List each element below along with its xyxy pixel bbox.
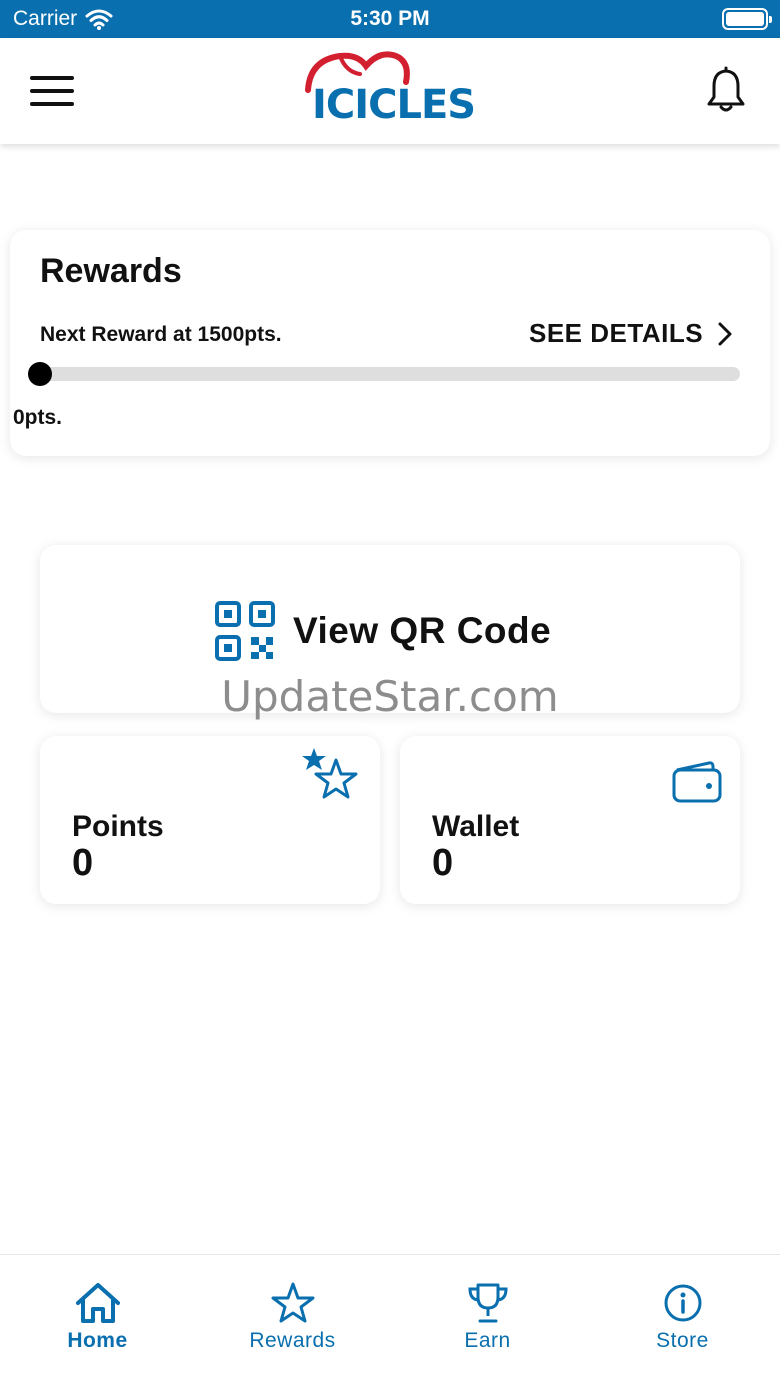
- wallet-label: Wallet: [432, 810, 520, 843]
- trophy-icon: [467, 1283, 508, 1323]
- menu-button[interactable]: [30, 74, 74, 108]
- reward-progress-knob: [28, 362, 52, 386]
- nav-item-rewards[interactable]: Rewards: [195, 1281, 390, 1353]
- logo-text: ICICLES: [312, 82, 476, 128]
- qr-code-icon: [215, 601, 275, 661]
- icicles-logo: ICICLES: [300, 46, 480, 136]
- nav-label-rewards: Rewards: [249, 1329, 336, 1352]
- rewards-card: Rewards Next Reward at 1500pts. SEE DETA…: [10, 230, 770, 456]
- home-icon: [75, 1283, 120, 1323]
- current-points-label: 0pts.: [13, 406, 63, 429]
- next-reward-text: Next Reward at 1500pts.: [40, 323, 282, 346]
- stars-icon: [302, 748, 358, 799]
- wifi-icon: [85, 9, 113, 30]
- nav-label-earn: Earn: [464, 1329, 511, 1352]
- points-label: Points: [72, 810, 164, 843]
- carrier-label: Carrier: [13, 7, 78, 30]
- reward-progress-bar: [28, 362, 740, 386]
- view-qr-code-label: View QR Code: [293, 610, 552, 651]
- status-carrier: Carrier: [13, 7, 113, 31]
- bottom-nav: Home Rewards Earn Store: [0, 1254, 780, 1387]
- chevron-right-icon: [718, 322, 732, 345]
- nav-item-store[interactable]: Store: [585, 1281, 780, 1353]
- nav-item-home[interactable]: Home: [0, 1281, 195, 1353]
- nav-label-store: Store: [656, 1329, 709, 1352]
- notifications-button[interactable]: [704, 66, 748, 114]
- nav-item-earn[interactable]: Earn: [390, 1281, 585, 1353]
- points-value: 0: [72, 842, 94, 884]
- status-time: 5:30 PM: [350, 7, 430, 30]
- see-details-link[interactable]: SEE DETAILS: [529, 318, 733, 349]
- status-bar: Carrier 5:30 PM: [0, 0, 780, 38]
- wallet-card[interactable]: Wallet 0: [400, 736, 740, 904]
- view-qr-code-button[interactable]: View QR Code: [40, 545, 740, 713]
- points-card[interactable]: Points 0: [40, 736, 380, 904]
- see-details-label: SEE DETAILS: [529, 318, 704, 348]
- battery-icon: [722, 8, 772, 30]
- info-icon: [664, 1284, 701, 1322]
- nav-label-home: Home: [67, 1329, 128, 1352]
- wallet-value: 0: [432, 842, 454, 884]
- app-header: ICICLES: [0, 38, 780, 144]
- bell-icon: [707, 66, 745, 112]
- rewards-title: Rewards: [40, 252, 182, 290]
- wallet-icon: [672, 761, 722, 803]
- star-icon: [271, 1282, 314, 1323]
